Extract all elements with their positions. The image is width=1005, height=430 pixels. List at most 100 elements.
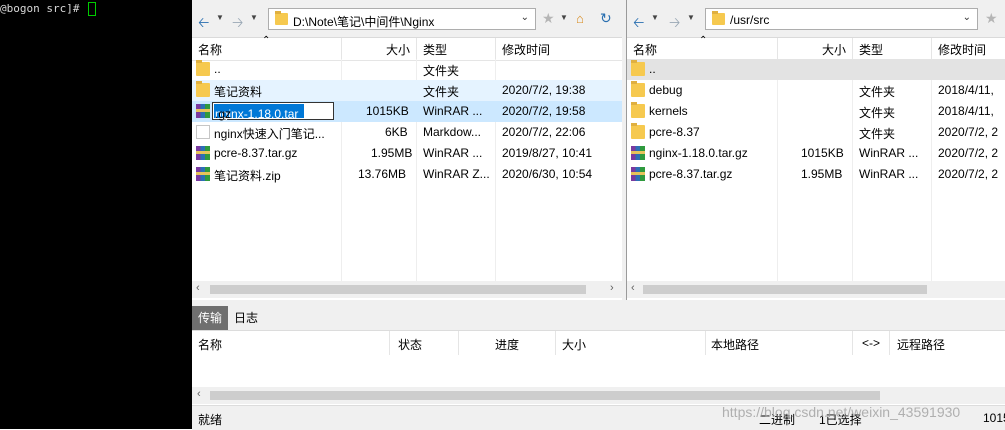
- file-type: WinRAR ...: [423, 104, 483, 118]
- local-path-text: D:\Note\笔记\中间件\Nginx: [293, 15, 435, 29]
- file-modified: 2020/7/2, 2: [938, 167, 999, 181]
- transfer-queue-list[interactable]: [192, 355, 1005, 387]
- remote-row-kernels[interactable]: kernels 文件夹 2018/4/11,: [627, 101, 1005, 122]
- folder-icon: [631, 102, 645, 118]
- bookmark-star-icon[interactable]: ★: [985, 10, 998, 27]
- column-modified[interactable]: 修改时间: [938, 41, 986, 58]
- remote-file-list[interactable]: .. debug 文件夹 2018/4/11, kernels 文件夹 2018…: [627, 59, 1005, 282]
- scroll-left-icon[interactable]: ‹: [196, 282, 200, 294]
- file-modified: 2020/7/2, 19:38: [502, 83, 586, 97]
- local-horizontal-scrollbar[interactable]: ‹ ›: [192, 281, 622, 298]
- file-name: 笔记资料.zip: [214, 169, 281, 183]
- terminal-cursor: [88, 2, 97, 16]
- folder-icon: [196, 60, 210, 76]
- tab-log[interactable]: 日志: [228, 306, 264, 330]
- local-row-nginx-archive[interactable]: nginx-1.18.0.tar .gz 1015KB WinRAR ... 20…: [192, 101, 622, 122]
- file-size: 1.95MB: [371, 146, 413, 160]
- winrar-archive-icon: [631, 146, 645, 160]
- forward-arrow-icon[interactable]: 🡢: [232, 12, 243, 36]
- remote-row-debug[interactable]: debug 文件夹 2018/4/11,: [627, 80, 1005, 101]
- local-toolbar: 🡠 ▼ 🡢 ▼ D:\Note\笔记\中间件\Nginx ⌄ ★ ▼ ⌂ ↻: [192, 0, 622, 38]
- transfer-tabs: 传输 日志: [192, 306, 1005, 331]
- column-direction[interactable]: <->: [862, 336, 880, 350]
- back-dropdown-icon[interactable]: ▼: [651, 13, 659, 22]
- tab-transfer[interactable]: 传输: [192, 306, 229, 330]
- file-name: debug: [649, 83, 683, 97]
- column-type[interactable]: 类型: [423, 41, 447, 58]
- scroll-left-icon[interactable]: ‹: [631, 282, 635, 294]
- remote-row-parent[interactable]: ..: [627, 59, 1005, 80]
- scrollbar-thumb[interactable]: [210, 391, 880, 400]
- file-size: 6KB: [385, 125, 408, 139]
- scrollbar-thumb[interactable]: [643, 285, 927, 294]
- remote-horizontal-scrollbar[interactable]: ‹: [627, 281, 1005, 298]
- back-arrow-icon[interactable]: 🡠: [633, 12, 644, 36]
- folder-icon: [275, 11, 288, 25]
- scroll-left-icon[interactable]: ‹: [197, 388, 201, 400]
- status-size: 1015: [983, 411, 1005, 425]
- remote-row-nginx-archive[interactable]: nginx-1.18.0.tar.gz 1015KB WinRAR ... 20…: [627, 143, 1005, 164]
- local-row-markdown-notes[interactable]: nginx快速入门笔记... 6KB Markdow... 2020/7/2, …: [192, 122, 622, 143]
- pane-splitter[interactable]: [622, 0, 626, 300]
- remote-pane: 🡠 ▼ 🡢 ▼ /usr/src ⌄ ★ 名称 ⌃ 大小 类型 修改时间 .. …: [626, 0, 1005, 300]
- file-name: pcre-8.37.tar.gz: [649, 167, 733, 181]
- terminal-pane[interactable]: @bogon src]#: [0, 0, 192, 429]
- file-modified: 2019/8/27, 10:41: [502, 146, 593, 160]
- column-name[interactable]: 名称: [198, 336, 222, 353]
- file-type: Markdow...: [423, 125, 482, 139]
- file-name: ..: [649, 62, 656, 76]
- file-size: 1015KB: [801, 146, 844, 160]
- terminal-prompt: @bogon src]#: [0, 2, 87, 15]
- local-row-notes-folder[interactable]: 笔记资料 文件夹 2020/7/2, 19:38: [192, 80, 622, 101]
- forward-dropdown-icon[interactable]: ▼: [250, 13, 258, 22]
- folder-icon: [196, 81, 210, 97]
- local-row-notes-zip[interactable]: 笔记资料.zip 13.76MB WinRAR Z... 2020/6/30, …: [192, 164, 622, 185]
- column-status[interactable]: 状态: [398, 336, 422, 353]
- bookmark-star-icon[interactable]: ★: [542, 10, 555, 27]
- winrar-archive-icon: [631, 167, 645, 181]
- column-local-path[interactable]: 本地路径: [711, 336, 759, 353]
- column-size[interactable]: 大小: [386, 41, 410, 58]
- column-modified[interactable]: 修改时间: [502, 41, 550, 58]
- chevron-down-icon[interactable]: ⌄: [963, 12, 971, 23]
- back-arrow-icon[interactable]: 🡠: [198, 12, 209, 36]
- file-name: ..: [214, 62, 221, 76]
- column-type[interactable]: 类型: [859, 41, 883, 58]
- remote-row-pcre-archive[interactable]: pcre-8.37.tar.gz 1.95MB WinRAR ... 2020/…: [627, 164, 1005, 185]
- column-progress[interactable]: 进度: [495, 336, 519, 353]
- file-modified: 2020/7/2, 2: [938, 125, 999, 139]
- transfer-horizontal-scrollbar[interactable]: ‹: [192, 387, 1005, 404]
- local-row-pcre-archive[interactable]: pcre-8.37.tar.gz 1.95MB WinRAR ... 2019/…: [192, 143, 622, 164]
- file-name: nginx快速入门笔记...: [214, 127, 325, 141]
- local-path-input[interactable]: D:\Note\笔记\中间件\Nginx ⌄: [268, 8, 536, 30]
- column-size[interactable]: 大小: [562, 336, 586, 353]
- file-size: 13.76MB: [358, 167, 407, 181]
- file-name: pcre-8.37: [649, 125, 700, 139]
- chevron-down-icon[interactable]: ⌄: [521, 12, 529, 23]
- file-type: 文件夹: [859, 106, 896, 120]
- refresh-icon[interactable]: ↻: [600, 10, 612, 27]
- column-name[interactable]: 名称: [198, 41, 222, 58]
- file-modified: 2020/6/30, 10:54: [502, 167, 593, 181]
- local-row-parent[interactable]: .. 文件夹: [192, 59, 622, 80]
- bookmark-dropdown-icon[interactable]: ▼: [560, 13, 568, 22]
- file-modified: 2018/4/11,: [938, 83, 994, 97]
- local-pane: 🡠 ▼ 🡢 ▼ D:\Note\笔记\中间件\Nginx ⌄ ★ ▼ ⌂ ↻ 名…: [192, 0, 623, 300]
- file-type: 文件夹: [859, 127, 896, 141]
- scroll-right-icon[interactable]: ›: [610, 282, 614, 294]
- remote-row-pcre-folder[interactable]: pcre-8.37 文件夹 2020/7/2, 2: [627, 122, 1005, 143]
- forward-dropdown-icon[interactable]: ▼: [687, 13, 695, 22]
- remote-toolbar: 🡠 ▼ 🡢 ▼ /usr/src ⌄ ★: [627, 0, 1005, 38]
- home-icon[interactable]: ⌂: [576, 11, 584, 26]
- column-size[interactable]: 大小: [822, 41, 846, 58]
- remote-path-input[interactable]: /usr/src ⌄: [705, 8, 978, 30]
- column-name[interactable]: 名称: [633, 41, 657, 58]
- local-file-list[interactable]: .. 文件夹 笔记资料 文件夹 2020/7/2, 19:38 nginx-1.…: [192, 59, 622, 282]
- sort-up-icon: ⌃: [699, 35, 708, 46]
- back-dropdown-icon[interactable]: ▼: [216, 13, 224, 22]
- rename-input[interactable]: nginx-1.18.0.tar .gz: [212, 102, 334, 121]
- forward-arrow-icon[interactable]: 🡢: [669, 12, 680, 36]
- scrollbar-thumb[interactable]: [210, 285, 586, 294]
- file-size: 1015KB: [366, 104, 409, 118]
- column-remote-path[interactable]: 远程路径: [897, 336, 945, 353]
